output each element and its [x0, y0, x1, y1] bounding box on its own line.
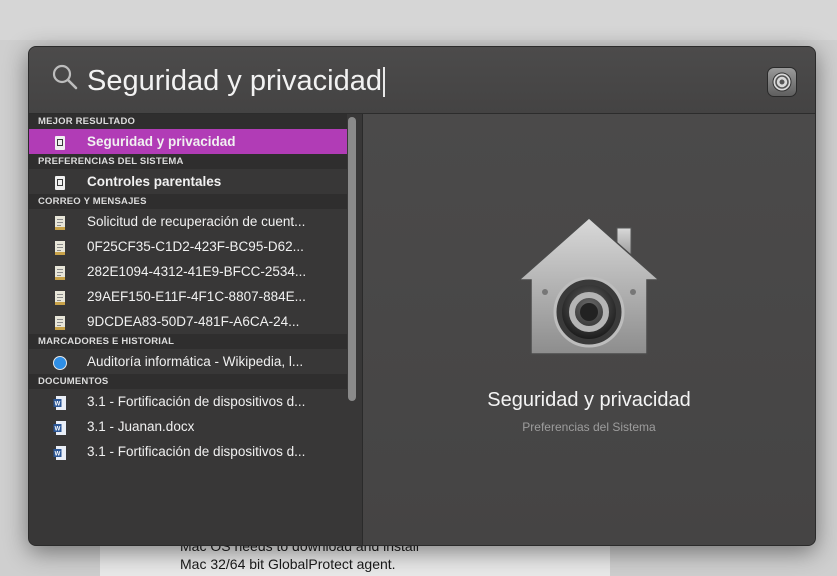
- preference-pane-icon: [53, 174, 67, 190]
- result-item[interactable]: 282E1094-4312-41E9-BFCC-2534...: [29, 259, 347, 284]
- search-query: Seguridad y privacidad: [87, 65, 383, 97]
- search-input[interactable]: Seguridad y privacidad: [87, 61, 386, 101]
- result-label: 3.1 - Fortificación de dispositivos d...: [87, 444, 306, 459]
- result-label: Auditoría informática - Wikipedia, l...: [87, 354, 304, 369]
- result-label: Seguridad y privacidad: [87, 134, 236, 149]
- result-label: 282E1094-4312-41E9-BFCC-2534...: [87, 264, 307, 279]
- mail-document-icon: [53, 264, 67, 280]
- result-label: 0F25CF35-C1D2-423F-BC95-D62...: [87, 239, 304, 254]
- result-item[interactable]: 9DCDEA83-50D7-481F-A6CA-24...: [29, 309, 347, 334]
- result-label: Controles parentales: [87, 174, 222, 189]
- search-bar[interactable]: Seguridad y privacidad: [29, 47, 815, 114]
- word-document-icon: W: [53, 394, 67, 410]
- result-label: 3.1 - Fortificación de dispositivos d...: [87, 394, 306, 409]
- desktop-background: [0, 0, 837, 40]
- result-item[interactable]: Solicitud de recuperación de cuent...: [29, 209, 347, 234]
- security-house-lock-icon: [517, 216, 661, 355]
- preference-pane-icon: [53, 134, 67, 150]
- preview-subtitle: Preferencias del Sistema: [522, 420, 656, 434]
- safari-compass-icon: [53, 354, 67, 370]
- result-item[interactable]: Controles parentales: [29, 169, 347, 194]
- mail-document-icon: [53, 314, 67, 330]
- section-header: CORREO Y MENSAJES: [29, 194, 347, 209]
- result-label: Solicitud de recuperación de cuent...: [87, 214, 306, 229]
- mail-document-icon: [53, 214, 67, 230]
- result-item[interactable]: Seguridad y privacidad: [29, 129, 347, 154]
- section-header: DOCUMENTOS: [29, 374, 347, 389]
- preview-pane: Seguridad y privacidad Preferencias del …: [363, 114, 815, 545]
- result-item[interactable]: 0F25CF35-C1D2-423F-BC95-D62...: [29, 234, 347, 259]
- result-item[interactable]: W 3.1 - Fortificación de dispositivos d..…: [29, 439, 347, 464]
- section-header: MARCADORES E HISTORIAL: [29, 334, 347, 349]
- result-item[interactable]: W 3.1 - Juanan.docx: [29, 414, 347, 439]
- result-item[interactable]: Auditoría informática - Wikipedia, l...: [29, 349, 347, 374]
- system-preferences-icon[interactable]: [767, 67, 797, 97]
- search-icon: [52, 64, 78, 90]
- section-header: PREFERENCIAS DEL SISTEMA: [29, 154, 347, 169]
- preview-title: Seguridad y privacidad: [487, 389, 691, 411]
- svg-text:W: W: [55, 427, 61, 433]
- word-document-icon: W: [53, 419, 67, 435]
- spotlight-window: Seguridad y privacidad MEJOR RESULTADO Se…: [28, 46, 816, 546]
- result-label: 29AEF150-E11F-4F1C-8807-884E...: [87, 289, 306, 304]
- result-label: 3.1 - Juanan.docx: [87, 419, 195, 434]
- word-document-icon: W: [53, 444, 67, 460]
- result-label: 9DCDEA83-50D7-481F-A6CA-24...: [87, 314, 300, 329]
- mail-document-icon: [53, 289, 67, 305]
- background-doc-line-2: Mac 32/64 bit GlobalProtect agent.: [180, 556, 396, 572]
- mail-document-icon: [53, 239, 67, 255]
- svg-text:W: W: [55, 452, 61, 458]
- result-item[interactable]: 29AEF150-E11F-4F1C-8807-884E...: [29, 284, 347, 309]
- svg-text:W: W: [55, 402, 61, 408]
- text-caret: [383, 67, 386, 98]
- section-header: MEJOR RESULTADO: [29, 114, 347, 129]
- result-item[interactable]: W 3.1 - Fortificación de dispositivos d..…: [29, 389, 347, 414]
- results-scrollbar[interactable]: [348, 117, 356, 401]
- results-list[interactable]: MEJOR RESULTADO Seguridad y privacidad PRE…: [29, 114, 362, 545]
